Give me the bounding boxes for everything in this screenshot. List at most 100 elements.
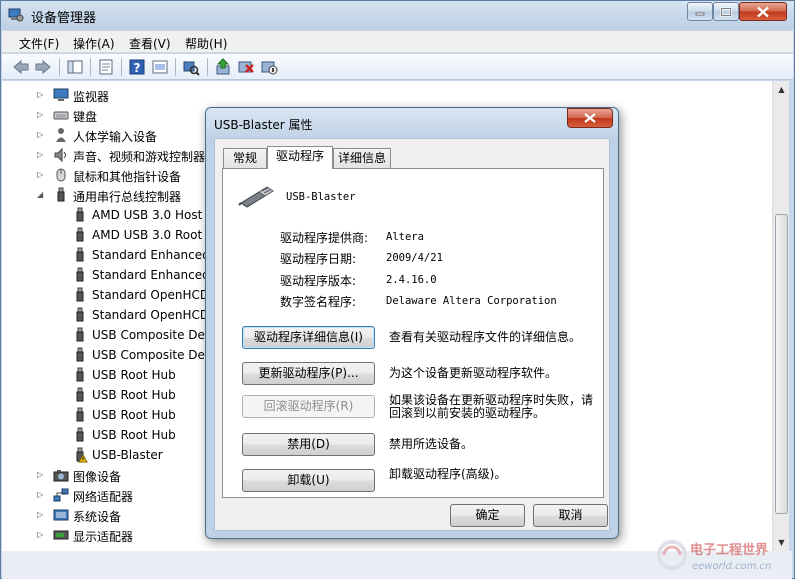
tree-item-label: 键盘 <box>73 110 98 124</box>
tree-item-label: USB Composite Dev <box>92 328 213 342</box>
uninstall-desc: 卸载驱动程序(高级)。 <box>389 467 507 481</box>
minimize-button[interactable] <box>687 2 713 21</box>
tree-category[interactable]: ▷ 监视器 <box>2 85 762 105</box>
rollback-driver-desc: 如果该设备在更新驱动程序时失败，请回滚到以前安装的驱动程序。 <box>389 393 594 420</box>
tree-item-label: 通用串行总线控制器 <box>73 190 182 204</box>
usb-plug-icon <box>76 307 84 322</box>
menu-help[interactable]: 帮助(H) <box>185 35 227 52</box>
rollback-driver-button[interactable]: 回滚驱动程序(R) <box>242 395 375 418</box>
expand-arrow-icon[interactable]: ▷ <box>37 111 45 119</box>
mouse-icon <box>56 168 66 182</box>
expand-arrow-icon[interactable]: ▷ <box>37 531 45 539</box>
usb-controller-icon <box>57 187 65 202</box>
menu-action[interactable]: 操作(A) <box>73 35 115 52</box>
device-manager-icon <box>8 8 24 22</box>
scroll-up-icon[interactable]: ▲ <box>773 81 790 98</box>
tab-general[interactable]: 常规 <box>223 148 267 168</box>
show-hide-tree-icon[interactable] <box>66 58 84 76</box>
hid-icon <box>56 128 66 142</box>
dialog-title: USB-Blaster 属性 <box>214 118 313 132</box>
driver-tab-panel: USB-Blaster 驱动程序提供商: Altera 驱动程序日期: 2009… <box>222 168 604 498</box>
tree-item-label: 人体学输入设备 <box>73 130 158 144</box>
tree-item-label: USB Root Hub <box>92 388 176 402</box>
properties-sheet-icon[interactable] <box>97 58 115 76</box>
view-icon[interactable] <box>151 58 169 76</box>
tab-driver[interactable]: 驱动程序 <box>267 146 333 169</box>
expand-arrow-icon[interactable]: ▷ <box>37 491 45 499</box>
tree-item-label: 网络适配器 <box>73 490 134 504</box>
maximize-icon <box>720 7 732 16</box>
cancel-button[interactable]: 取消 <box>533 504 608 527</box>
network-icon <box>53 488 69 502</box>
scroll-thumb[interactable] <box>775 214 788 514</box>
usb-plug-icon <box>76 447 88 463</box>
tree-item-label: 监视器 <box>73 90 110 104</box>
uninstall-button[interactable]: 卸载(U) <box>242 469 375 492</box>
uninstall-device-icon[interactable] <box>237 58 255 76</box>
expand-arrow-icon[interactable]: ▷ <box>37 151 45 159</box>
collapse-arrow-icon[interactable]: ◢ <box>37 191 45 199</box>
update-driver-desc: 为这个设备更新驱动程序软件。 <box>389 366 558 380</box>
menu-bar: 文件(F) 操作(A) 查看(V) 帮助(H) <box>2 31 793 53</box>
vertical-scrollbar[interactable]: ▲ ▼ <box>772 81 789 551</box>
close-button[interactable] <box>739 2 787 21</box>
tree-item-label: 声音、视频和游戏控制器 <box>73 150 206 164</box>
close-icon <box>584 113 596 123</box>
tree-item-label: Standard OpenHCD <box>92 288 210 302</box>
driver-details-button[interactable]: 驱动程序详细信息(I) <box>242 326 375 349</box>
eeworld-watermark-logo: 电子工程世界 eeworld.com.cn <box>657 540 771 572</box>
back-arrow-icon[interactable] <box>12 58 30 76</box>
tree-item-label: AMD USB 3.0 Host <box>92 208 203 222</box>
tree-item-label: 图像设备 <box>73 470 122 484</box>
scan-hardware-icon[interactable] <box>182 58 200 76</box>
toolbar-separator <box>121 58 122 76</box>
help-icon[interactable]: ? <box>128 58 146 76</box>
expand-arrow-icon[interactable]: ▷ <box>37 91 45 99</box>
expand-arrow-icon[interactable]: ▷ <box>37 471 45 479</box>
usb-plug-icon <box>76 287 84 302</box>
watermark-url: eeworld.com.cn <box>692 561 771 572</box>
toolbar-separator <box>90 58 91 76</box>
driver-details-desc: 查看有关驱动程序文件的详细信息。 <box>389 330 582 344</box>
close-icon <box>757 6 769 17</box>
tree-item-label: USB Root Hub <box>92 428 176 442</box>
update-driver-button[interactable]: 更新驱动程序(P)... <box>242 362 375 385</box>
tree-item-label: USB-Blaster <box>92 448 163 462</box>
usb-plug-icon <box>76 367 84 382</box>
tree-item-label: 鼠标和其他指针设备 <box>73 170 182 184</box>
tree-item-label: AMD USB 3.0 Root <box>92 228 203 242</box>
disable-button[interactable]: 禁用(D) <box>242 433 375 456</box>
digital-signer-value: Delaware Altera Corporation <box>386 295 557 307</box>
expand-arrow-icon[interactable]: ▷ <box>37 511 45 519</box>
toolbar: ? <box>2 54 793 80</box>
toolbar-separator <box>207 58 208 76</box>
driver-version-value: 2.4.16.0 <box>386 274 437 286</box>
maximize-button[interactable] <box>713 2 739 21</box>
dialog-close-button[interactable] <box>567 108 613 128</box>
driver-provider-value: Altera <box>386 231 424 243</box>
menu-view[interactable]: 查看(V) <box>129 35 171 52</box>
expand-arrow-icon[interactable]: ▷ <box>37 171 45 179</box>
title-bar[interactable]: 设备管理器 <box>1 1 794 31</box>
usb-plug-icon <box>76 267 84 282</box>
system-icon <box>53 509 69 521</box>
update-driver-icon[interactable] <box>214 58 232 76</box>
digital-signer-label: 数字签名程序: <box>280 295 357 309</box>
disable-device-icon[interactable] <box>260 58 278 76</box>
tree-item-label: USB Root Hub <box>92 368 176 382</box>
camera-icon <box>53 470 69 482</box>
window-title: 设备管理器 <box>31 11 97 26</box>
disable-desc: 禁用所选设备。 <box>389 437 474 451</box>
tree-item-label: Standard Enhanced <box>92 248 210 262</box>
forward-arrow-icon[interactable] <box>34 58 52 76</box>
usb-plug-icon <box>76 347 84 362</box>
expand-arrow-icon[interactable]: ▷ <box>37 131 45 139</box>
ok-button[interactable]: 确定 <box>450 504 525 527</box>
sound-icon <box>54 147 66 163</box>
tab-details[interactable]: 详细信息 <box>333 148 391 168</box>
tree-item-label: USB Composite Dev <box>92 348 213 362</box>
usb-plug-icon <box>76 387 84 402</box>
keyboard-icon <box>53 111 69 120</box>
menu-file[interactable]: 文件(F) <box>19 35 59 52</box>
tree-item-label: Standard OpenHCD <box>92 308 210 322</box>
